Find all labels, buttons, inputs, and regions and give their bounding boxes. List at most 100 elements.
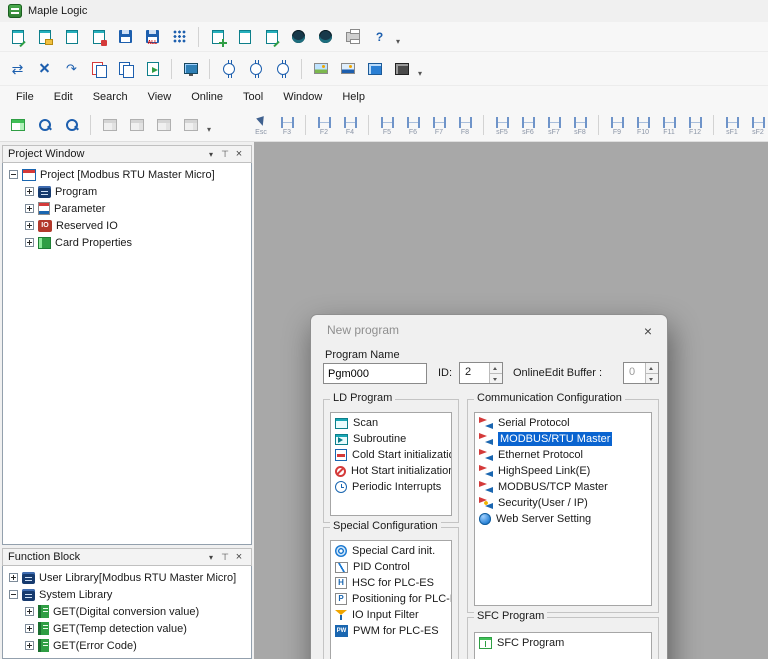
stepper-down-icon[interactable] xyxy=(645,372,658,383)
zoom-out-button[interactable] xyxy=(58,112,85,138)
list-item-periodic[interactable]: Periodic Interrupts xyxy=(331,479,451,495)
add-item-button[interactable] xyxy=(204,24,231,50)
expand-expander-icon[interactable] xyxy=(25,187,34,196)
collapse-expander-icon[interactable] xyxy=(9,170,18,179)
tree-row-reserved-io[interactable]: Reserved IO xyxy=(3,217,251,234)
expand-expander-icon[interactable] xyxy=(25,238,34,247)
print-button[interactable] xyxy=(339,24,366,50)
list-item-serial-protocol[interactable]: Serial Protocol xyxy=(475,415,651,431)
device-a-button[interactable] xyxy=(215,56,242,82)
dialog-titlebar[interactable]: New program xyxy=(311,315,667,345)
device-b-button[interactable] xyxy=(242,56,269,82)
panel-pin-button[interactable] xyxy=(218,147,232,161)
crossref-button[interactable] xyxy=(31,56,58,82)
ladder-f8-button[interactable]: F8 xyxy=(452,113,478,137)
ladder-sf5-button[interactable]: sF5 xyxy=(489,113,515,137)
tree-row-get-error[interactable]: GET(Error Code) xyxy=(3,637,251,654)
expand-expander-icon[interactable] xyxy=(9,573,18,582)
function-block-header[interactable]: Function Block xyxy=(2,548,252,566)
ladder-f7-button[interactable]: F7 xyxy=(426,113,452,137)
window-tile-1-button[interactable] xyxy=(96,112,123,138)
save-button[interactable] xyxy=(112,24,139,50)
io-grid-button[interactable] xyxy=(166,24,193,50)
list-item-sfc-program[interactable]: SFC Program xyxy=(475,635,651,651)
copy-page-button[interactable] xyxy=(85,56,112,82)
program-name-input[interactable] xyxy=(323,363,427,384)
list-item-subroutine[interactable]: Subroutine xyxy=(331,431,451,447)
window-tile-2-button[interactable] xyxy=(123,112,150,138)
ladder-sf7-button[interactable]: sF7 xyxy=(541,113,567,137)
menu-tool[interactable]: Tool xyxy=(233,88,273,106)
menu-file[interactable]: File xyxy=(6,88,44,106)
list-item-scan[interactable]: Scan xyxy=(331,415,451,431)
menu-edit[interactable]: Edit xyxy=(44,88,83,106)
open-project-button[interactable] xyxy=(31,24,58,50)
export-page-button[interactable] xyxy=(139,56,166,82)
toolbar1-overflow-caret[interactable] xyxy=(393,26,403,48)
menu-online[interactable]: Online xyxy=(181,88,233,106)
toolbar3-overflow-caret[interactable] xyxy=(204,114,214,136)
expand-expander-icon[interactable] xyxy=(25,221,34,230)
ladder-sf6-button[interactable]: sF6 xyxy=(515,113,541,137)
monitor-button[interactable] xyxy=(177,56,204,82)
tree-row-card-properties[interactable]: Card Properties xyxy=(3,234,251,251)
tree-row-program[interactable]: Program xyxy=(3,183,251,200)
open-document-button[interactable] xyxy=(85,24,112,50)
stepper-up-icon[interactable] xyxy=(645,363,658,373)
ladder-f12-button[interactable]: F12 xyxy=(682,113,708,137)
ladder-sf8-button[interactable]: sF8 xyxy=(567,113,593,137)
menu-window[interactable]: Window xyxy=(273,88,332,106)
project-windows-button[interactable] xyxy=(4,112,31,138)
panel-close-button[interactable] xyxy=(232,550,246,564)
save-all-button[interactable]: ALL xyxy=(139,24,166,50)
tree-row-get-digital[interactable]: GET(Digital conversion value) xyxy=(3,603,251,620)
zoom-in-button[interactable] xyxy=(31,112,58,138)
monitoring-button[interactable] xyxy=(388,56,415,82)
list-item-highspeed-link[interactable]: HighSpeed Link(E) xyxy=(475,463,651,479)
expand-expander-icon[interactable] xyxy=(25,607,34,616)
image-button[interactable] xyxy=(307,56,334,82)
list-item-pid-control[interactable]: PID Control xyxy=(331,559,451,575)
list-item-security[interactable]: Security(User / IP) xyxy=(475,495,651,511)
simulation-button[interactable] xyxy=(361,56,388,82)
tree-row-project-root[interactable]: Project [Modbus RTU Master Micro] xyxy=(3,166,251,183)
list-item-ethernet-protocol[interactable]: Ethernet Protocol xyxy=(475,447,651,463)
tree-row-get-temp[interactable]: GET(Temp detection value) xyxy=(3,620,251,637)
panel-menu-button[interactable] xyxy=(204,550,218,564)
list-item-positioning[interactable]: Positioning for PLC-ES xyxy=(331,591,451,607)
list-item-hsc[interactable]: HSC for PLC-ES xyxy=(331,575,451,591)
expand-expander-icon[interactable] xyxy=(25,641,34,650)
expand-expander-icon[interactable] xyxy=(25,624,34,633)
ladder-f3-button[interactable]: F3 xyxy=(274,113,300,137)
item-list-button[interactable] xyxy=(258,24,285,50)
ladder-sf1-button[interactable]: sF1 xyxy=(719,113,745,137)
list-item-web-server[interactable]: Web Server Setting xyxy=(475,511,651,527)
expand-expander-icon[interactable] xyxy=(25,204,34,213)
project-window-header[interactable]: Project Window xyxy=(2,145,252,163)
window-tile-3-button[interactable] xyxy=(150,112,177,138)
panel-pin-button[interactable] xyxy=(218,550,232,564)
ladder-f9-button[interactable]: F9 xyxy=(604,113,630,137)
panel-menu-button[interactable] xyxy=(204,147,218,161)
device-c-button[interactable] xyxy=(269,56,296,82)
menu-help[interactable]: Help xyxy=(332,88,375,106)
list-item-modbus-tcp-master[interactable]: MODBUS/TCP Master xyxy=(475,479,651,495)
online-web-button[interactable] xyxy=(285,24,312,50)
ladder-esc-button[interactable]: Esc xyxy=(248,113,274,137)
list-item-special-card[interactable]: Special Card init. xyxy=(331,543,451,559)
window-tile-4-button[interactable] xyxy=(177,112,204,138)
ladder-f10-button[interactable]: F10 xyxy=(630,113,656,137)
list-item-hot-start[interactable]: Hot Start initialization xyxy=(331,463,451,479)
picture-button[interactable] xyxy=(334,56,361,82)
tree-row-parameter[interactable]: Parameter xyxy=(3,200,251,217)
tree-row-user-library[interactable]: User Library[Modbus RTU Master Micro] xyxy=(3,569,251,586)
online-edit-buffer-stepper[interactable]: 0 xyxy=(623,362,659,384)
list-item-modbus-rtu-master[interactable]: MODBUS/RTU Master xyxy=(475,431,651,447)
ladder-f4-button[interactable]: F4 xyxy=(337,113,363,137)
list-item-io-filter[interactable]: IO Input Filter xyxy=(331,607,451,623)
online-remote-button[interactable] xyxy=(312,24,339,50)
help-button[interactable] xyxy=(366,24,393,50)
ladder-f6-button[interactable]: F6 xyxy=(400,113,426,137)
ladder-sf2-button[interactable]: sF2 xyxy=(745,113,768,137)
compare-button[interactable] xyxy=(4,56,31,82)
